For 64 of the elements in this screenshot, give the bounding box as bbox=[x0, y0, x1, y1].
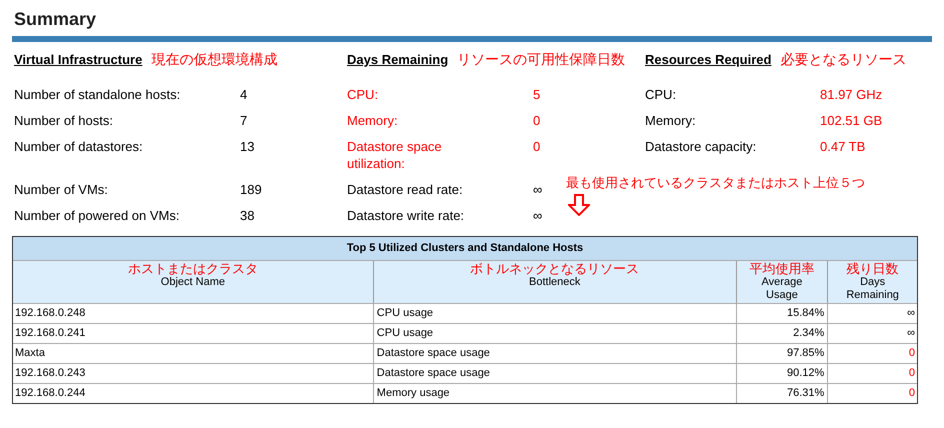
table-title: Top 5 Utilized Clusters and Standalone Hosts bbox=[13, 237, 917, 261]
table-cell-text: ∞ bbox=[907, 326, 915, 342]
table-cell-text: 192.168.0.244 bbox=[15, 386, 86, 402]
field-label: Number of datastores: bbox=[14, 138, 143, 155]
column-header: Average Usage bbox=[760, 276, 804, 302]
field-label: Datastore write rate: bbox=[347, 207, 464, 224]
column-annotation: ホストまたはクラスタ bbox=[128, 261, 258, 276]
field-value: 0.47 TB bbox=[820, 138, 866, 155]
field-value: 0 bbox=[533, 112, 540, 129]
field-value: 102.51 GB bbox=[820, 112, 882, 129]
down-arrow-icon bbox=[568, 194, 590, 216]
field-value: ∞ bbox=[533, 181, 542, 198]
table-cell-text: Datastore space usage bbox=[376, 346, 490, 362]
field-value: 13 bbox=[240, 138, 254, 155]
callout-annotation: 最も使用されているクラスタまたはホスト上位５つ bbox=[566, 174, 865, 192]
field-label: Datastore space utilization: bbox=[347, 138, 443, 172]
field-label: Number of VMs: bbox=[14, 181, 108, 198]
field-value: ∞ bbox=[533, 207, 542, 224]
annotation: リソースの可用性保障日数 bbox=[457, 50, 626, 69]
table-cell-text: CPU usage bbox=[376, 306, 434, 322]
table-cell-text: 0 bbox=[908, 346, 915, 362]
column-annotation: ボトルネックとなるリソース bbox=[470, 261, 640, 276]
field-value: 7 bbox=[240, 112, 248, 129]
table-cell-text: 97.85% bbox=[786, 346, 824, 362]
annotation: 必要となるリソース bbox=[780, 50, 906, 69]
page-title: Summary bbox=[14, 8, 98, 31]
field-label: Datastore read rate: bbox=[347, 181, 463, 198]
table-cell-text: 192.168.0.248 bbox=[15, 306, 86, 322]
table-cell-text: Memory usage bbox=[376, 386, 450, 402]
field-label: Number of hosts: bbox=[14, 112, 113, 129]
field-label: Number of powered on VMs: bbox=[14, 207, 180, 224]
field-value: 38 bbox=[240, 207, 254, 224]
field-value: 81.97 GHz bbox=[820, 86, 882, 103]
table-cell-text: 15.84% bbox=[786, 306, 824, 322]
column-header: Bottleneck bbox=[529, 276, 580, 289]
table-cell-text: 2.34% bbox=[793, 326, 824, 342]
column-annotation: 平均使用率 bbox=[749, 261, 814, 276]
table-cell-text: CPU usage bbox=[376, 326, 434, 342]
table-cell-text: 192.168.0.243 bbox=[15, 366, 86, 382]
column-header: Object Name bbox=[160, 276, 225, 289]
table-cell-text: 90.12% bbox=[786, 366, 824, 382]
section-heading: Days Remaining bbox=[347, 50, 448, 69]
field-value: 4 bbox=[240, 86, 248, 103]
table-cell-text: 0 bbox=[908, 386, 915, 402]
table-cell-text: 76.31% bbox=[786, 386, 824, 402]
field-value: 189 bbox=[240, 181, 262, 198]
table-cell-text: Maxta bbox=[15, 346, 45, 362]
field-label: Datastore capacity: bbox=[645, 138, 756, 155]
field-label: CPU: bbox=[347, 86, 378, 103]
field-label: Memory: bbox=[645, 112, 696, 129]
field-label: CPU: bbox=[645, 86, 676, 103]
field-value: 5 bbox=[533, 86, 540, 103]
table-cell-text: ∞ bbox=[907, 306, 915, 322]
table-cell-text: 0 bbox=[908, 366, 915, 382]
section-heading: Virtual Infrastructure bbox=[14, 50, 142, 69]
section-heading: Resources Required bbox=[645, 50, 772, 69]
column-header: Days Remaining bbox=[845, 276, 900, 302]
column-annotation: 残り日数 bbox=[846, 261, 899, 276]
annotation: 現在の仮想環境構成 bbox=[151, 50, 278, 69]
field-label: Memory: bbox=[347, 112, 398, 129]
table-cell-text: 192.168.0.241 bbox=[15, 326, 86, 342]
field-label: Number of standalone hosts: bbox=[14, 86, 180, 103]
table-cell-text: Datastore space usage bbox=[376, 366, 490, 382]
field-value: 0 bbox=[533, 138, 540, 155]
